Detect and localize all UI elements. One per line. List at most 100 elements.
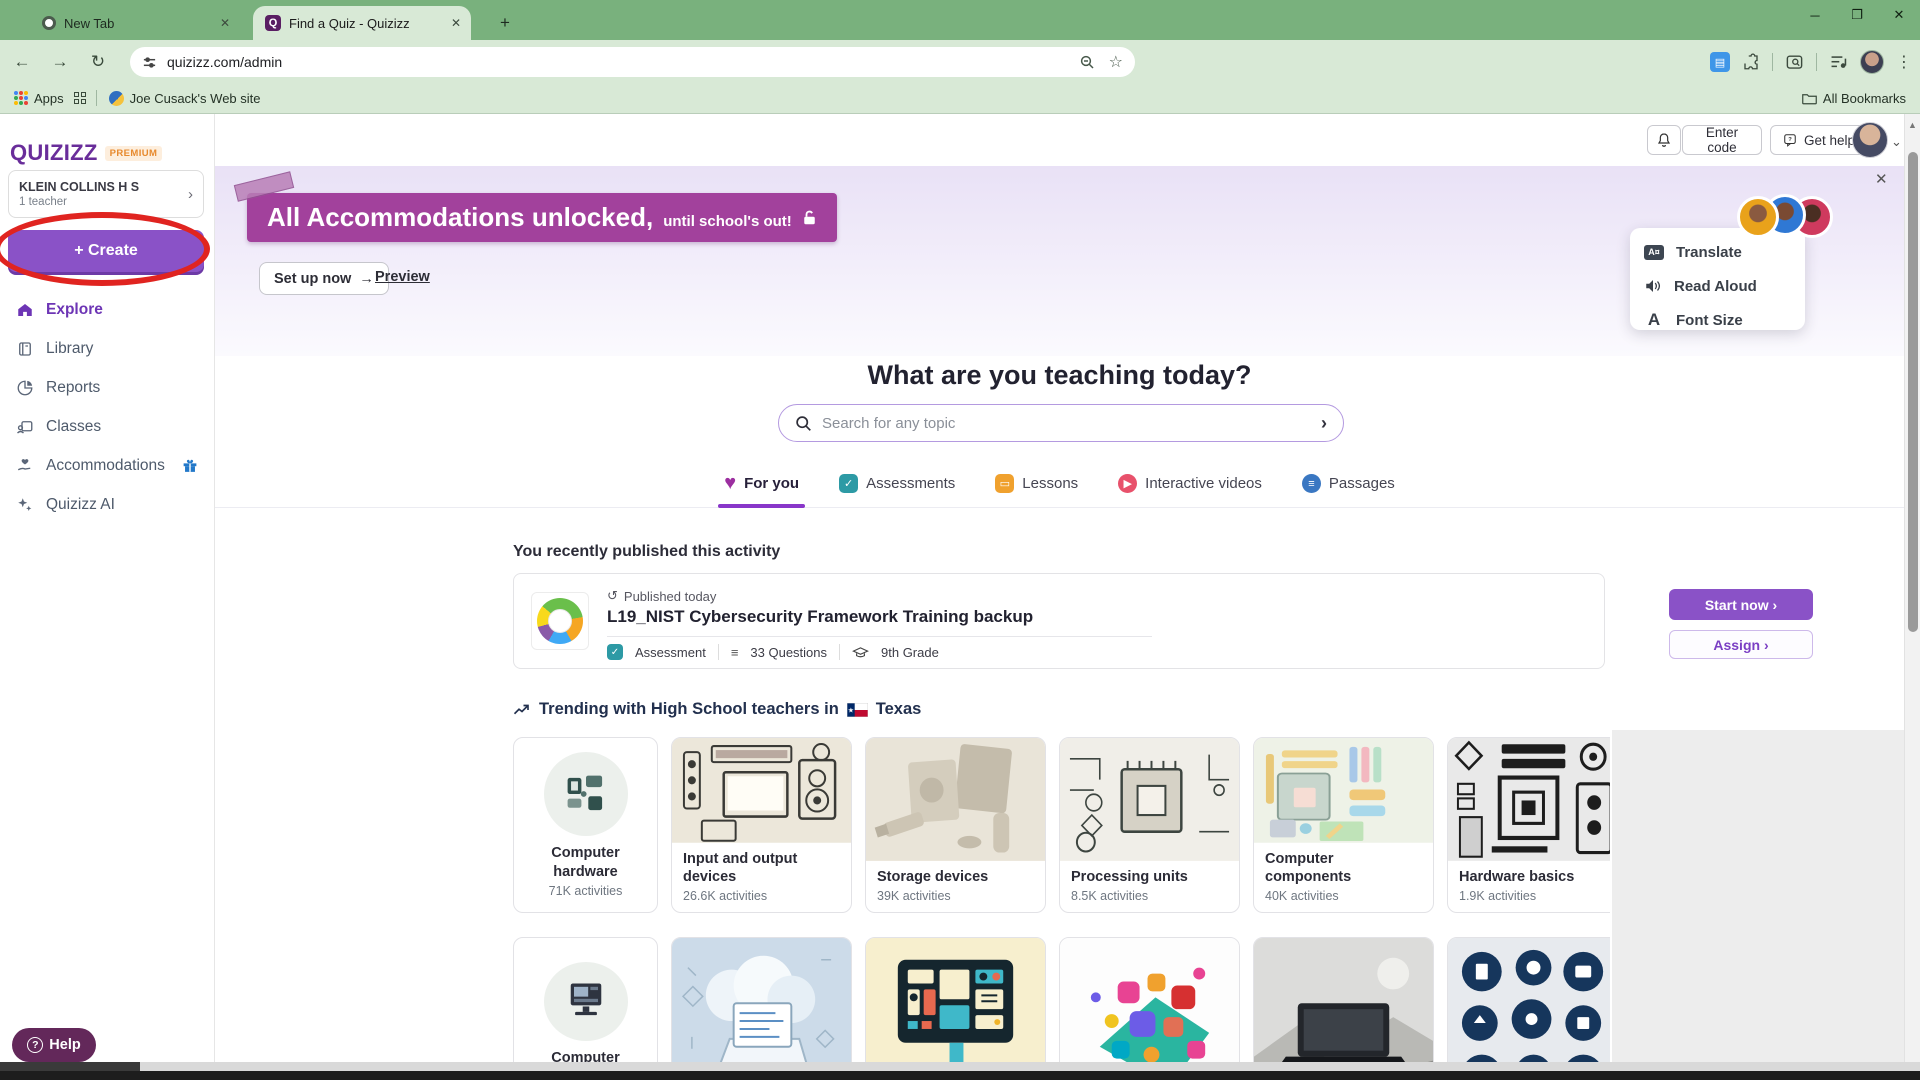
- topic-card-computer-software[interactable]: Computer software 114.9K activities: [513, 937, 658, 1062]
- translate-icon: A¤: [1644, 245, 1664, 260]
- reading-list-icon[interactable]: ▤: [1710, 52, 1730, 72]
- search-input[interactable]: [822, 415, 1311, 432]
- list-icon: ≡: [731, 645, 739, 660]
- activity-title: L19_NIST Cybersecurity Framework Trainin…: [607, 607, 1033, 627]
- search-icon: [795, 415, 812, 432]
- page-title: What are you teaching today?: [215, 360, 1904, 391]
- enter-code-button[interactable]: Enter code: [1682, 125, 1762, 155]
- extensions-icon[interactable]: [1742, 53, 1760, 71]
- browser-profile-avatar[interactable]: [1860, 50, 1884, 74]
- tab-interactive-videos[interactable]: ▶ Interactive videos: [1118, 470, 1262, 507]
- sidebar-item-library[interactable]: Library: [0, 329, 215, 368]
- menu-item-label: Font Size: [1676, 312, 1743, 329]
- hand-heart-icon: [16, 457, 34, 475]
- set-up-now-button[interactable]: Set up now →: [259, 262, 389, 295]
- recent-section-title: You recently published this activity: [513, 543, 780, 561]
- topic-card[interactable]: [1447, 937, 1610, 1062]
- topic-card-hardware-basics[interactable]: Hardware basics 1.9K activities: [1447, 737, 1610, 913]
- tab-passages[interactable]: ≡ Passages: [1302, 470, 1395, 507]
- trending-heading: Trending with High School teachers in ★ …: [513, 700, 921, 719]
- forward-button[interactable]: →: [44, 46, 76, 78]
- apps-label[interactable]: Apps: [34, 91, 64, 106]
- sidebar-item-explore[interactable]: Explore: [0, 290, 215, 329]
- toolbar-actions: ▤ ⋮: [1710, 44, 1912, 80]
- banner-close-icon[interactable]: ✕: [1875, 170, 1888, 188]
- card-thumbnail: [1448, 738, 1610, 861]
- search-submit-icon[interactable]: ›: [1321, 413, 1327, 434]
- topic-card[interactable]: [1253, 937, 1434, 1062]
- trending-icon: [513, 703, 531, 717]
- card-thumbnail: [1448, 938, 1610, 1062]
- browser-menu-icon[interactable]: ⋮: [1896, 52, 1912, 72]
- create-button[interactable]: + Create: [8, 230, 204, 272]
- tab-media-icon[interactable]: [1829, 54, 1848, 71]
- new-tab-button[interactable]: +: [492, 10, 518, 36]
- menu-item-font-size[interactable]: A Font Size: [1630, 303, 1805, 337]
- scrollbar-thumb[interactable]: [1908, 152, 1918, 632]
- sidebar-item-reports[interactable]: Reports: [0, 368, 215, 407]
- tab-quizizz[interactable]: Q Find a Quiz - Quizizz ✕: [253, 6, 471, 40]
- zoom-icon[interactable]: [1079, 54, 1095, 70]
- published-activity-card[interactable]: ↺ Published today L19_NIST Cybersecurity…: [513, 573, 1605, 669]
- preview-link[interactable]: Preview: [375, 269, 430, 285]
- apps-grid-icon[interactable]: [14, 91, 28, 105]
- vertical-scrollbar[interactable]: ▲: [1904, 114, 1920, 1080]
- bookmark-star-icon[interactable]: ☆: [1109, 52, 1123, 72]
- tab-new-tab[interactable]: New Tab ✕: [30, 6, 240, 40]
- address-bar[interactable]: quizizz.com/admin ☆: [130, 47, 1135, 77]
- topic-card-input-output[interactable]: Input and output devices 26.6K activitie…: [671, 737, 852, 913]
- tab-assessments[interactable]: ✓ Assessments: [839, 470, 955, 507]
- apps-shortcut-icon[interactable]: [74, 92, 86, 104]
- svg-text:?: ?: [1788, 137, 1792, 143]
- account-avatar[interactable]: [1852, 122, 1888, 158]
- reload-button[interactable]: ↻: [82, 46, 114, 78]
- divider: [607, 636, 1152, 637]
- help-button[interactable]: ? Help: [12, 1028, 96, 1062]
- horizontal-scrollbar[interactable]: [0, 1062, 1920, 1071]
- sidebar-item-accommodations[interactable]: Accommodations: [0, 446, 215, 485]
- sidebar-item-label: Classes: [46, 418, 101, 436]
- tab-close-icon[interactable]: ✕: [451, 16, 461, 30]
- sidebar-item-classes[interactable]: Classes: [0, 407, 215, 446]
- accommodations-banner: All Accommodations unlocked, until schoo…: [247, 193, 837, 242]
- side-search-icon[interactable]: [1785, 53, 1804, 72]
- start-now-button[interactable]: Start now ›: [1669, 589, 1813, 620]
- card-title: Hardware basics: [1459, 868, 1610, 886]
- assign-button[interactable]: Assign ›: [1669, 630, 1813, 659]
- sidebar-item-quizizz-ai[interactable]: Quizizz AI: [0, 485, 215, 524]
- menu-item-translate[interactable]: A¤ Translate: [1630, 235, 1805, 269]
- all-bookmarks[interactable]: All Bookmarks: [1802, 91, 1906, 106]
- topic-card[interactable]: [865, 937, 1046, 1062]
- window-restore-button[interactable]: ❐: [1836, 0, 1878, 30]
- svg-text:★: ★: [847, 706, 853, 714]
- scroll-up-icon[interactable]: ▲: [1908, 120, 1917, 130]
- topic-card-computer-hardware[interactable]: Computer hardware 71K activities: [513, 737, 658, 913]
- topic-card-storage-devices[interactable]: Storage devices 39K activities: [865, 737, 1046, 913]
- bookmark-item[interactable]: Joe Cusack's Web site: [130, 91, 261, 106]
- card-thumbnail: [672, 738, 851, 843]
- topic-card-computer-components[interactable]: Computer components 40K activities: [1253, 737, 1434, 913]
- notifications-button[interactable]: [1647, 125, 1681, 155]
- sidebar-item-label: Library: [46, 340, 93, 358]
- school-selector[interactable]: KLEIN COLLINS H S 1 teacher ›: [8, 170, 204, 218]
- content-tabs: ♥ For you ✓ Assessments ▭ Lessons ▶ Inte…: [215, 470, 1904, 508]
- menu-item-read-aloud[interactable]: Read Aloud: [1630, 269, 1805, 303]
- browser-tab-bar: New Tab ✕ Q Find a Quiz - Quizizz ✕ + ─ …: [0, 0, 1920, 40]
- back-button[interactable]: ←: [6, 46, 38, 78]
- chevron-down-icon[interactable]: ⌄: [1891, 134, 1902, 150]
- window-close-button[interactable]: ✕: [1878, 0, 1920, 30]
- banner-subtitle: until school's out!: [663, 213, 792, 230]
- help-label: Help: [49, 1037, 80, 1053]
- card-count: 71K activities: [549, 884, 623, 898]
- horizontal-scrollbar-thumb[interactable]: [0, 1062, 140, 1071]
- tab-lessons[interactable]: ▭ Lessons: [995, 470, 1078, 507]
- card-title: Processing units: [1071, 868, 1228, 886]
- window-minimize-button[interactable]: ─: [1794, 0, 1836, 30]
- site-settings-icon[interactable]: [142, 55, 157, 70]
- tab-for-you[interactable]: ♥ For you: [724, 470, 799, 507]
- topic-card[interactable]: [1059, 937, 1240, 1062]
- activity-thumbnail: [531, 592, 589, 650]
- topic-card-processing-units[interactable]: Processing units 8.5K activities: [1059, 737, 1240, 913]
- tab-close-icon[interactable]: ✕: [220, 16, 230, 30]
- topic-card[interactable]: [671, 937, 852, 1062]
